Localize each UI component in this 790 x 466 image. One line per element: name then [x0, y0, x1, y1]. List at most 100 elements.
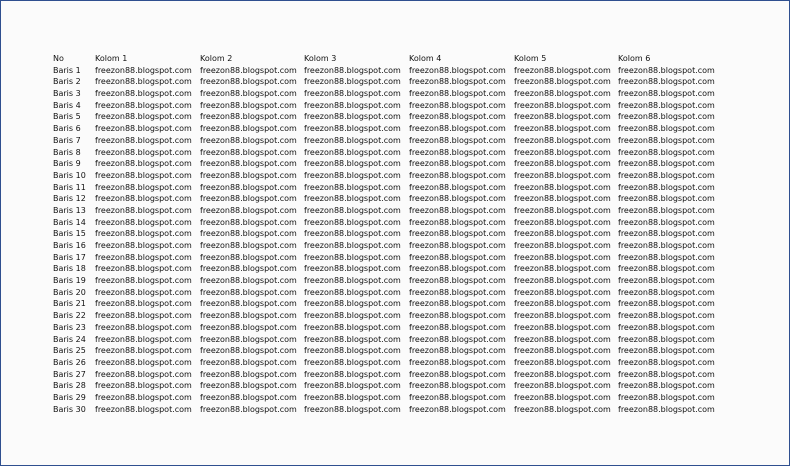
- table-cell: freezon88.blogspot.com: [95, 334, 192, 344]
- row-label-cell: Baris 27: [53, 369, 86, 379]
- table-cell: freezon88.blogspot.com: [95, 381, 192, 391]
- table-cell: freezon88.blogspot.com: [200, 217, 297, 227]
- table-cell: freezon88.blogspot.com: [409, 322, 506, 332]
- table-row: Baris 12 freezon88.blogspot.com freezon88.…: [53, 193, 718, 205]
- table-cell: freezon88.blogspot.com: [618, 229, 715, 239]
- table-cell: freezon88.blogspot.com: [304, 170, 401, 180]
- table-row: Baris 28 freezon88.blogspot.com freezon88.…: [53, 380, 718, 392]
- table-cell: freezon88.blogspot.com: [514, 147, 611, 157]
- row-label-cell: Baris 21: [53, 299, 86, 309]
- table-cell: freezon88.blogspot.com: [304, 264, 401, 274]
- table-cell: freezon88.blogspot.com: [200, 135, 297, 145]
- table-cell: freezon88.blogspot.com: [304, 135, 401, 145]
- table-cell: freezon88.blogspot.com: [200, 392, 297, 402]
- table-cell: freezon88.blogspot.com: [514, 217, 611, 227]
- table-cell: freezon88.blogspot.com: [618, 89, 715, 99]
- table-cell: freezon88.blogspot.com: [200, 124, 297, 134]
- row-label-cell: Baris 11: [53, 182, 86, 192]
- table-cell: freezon88.blogspot.com: [409, 77, 506, 87]
- table-cell: freezon88.blogspot.com: [200, 194, 297, 204]
- table-cell: freezon88.blogspot.com: [514, 252, 611, 262]
- row-label-cell: Baris 10: [53, 170, 86, 180]
- table-cell: freezon88.blogspot.com: [618, 381, 715, 391]
- table-cell: freezon88.blogspot.com: [514, 392, 611, 402]
- table-cell: freezon88.blogspot.com: [409, 194, 506, 204]
- row-label-cell: Baris 20: [53, 287, 86, 297]
- table-cell: freezon88.blogspot.com: [409, 170, 506, 180]
- table-cell: freezon88.blogspot.com: [304, 252, 401, 262]
- table-cell: freezon88.blogspot.com: [618, 112, 715, 122]
- table-row: Baris 1 freezon88.blogspot.com freezon88.b…: [53, 65, 718, 77]
- table-cell: freezon88.blogspot.com: [409, 357, 506, 367]
- table-cell: freezon88.blogspot.com: [514, 205, 611, 215]
- row-label-cell: Baris 24: [53, 334, 86, 344]
- row-label-cell: Baris 14: [53, 217, 86, 227]
- table-cell: freezon88.blogspot.com: [409, 217, 506, 227]
- table-row: Baris 25 freezon88.blogspot.com freezon88.…: [53, 345, 718, 357]
- table-cell: freezon88.blogspot.com: [514, 77, 611, 87]
- table-row: Baris 16 freezon88.blogspot.com freezon88.…: [53, 240, 718, 252]
- table-cell: freezon88.blogspot.com: [304, 299, 401, 309]
- table-cell: freezon88.blogspot.com: [618, 124, 715, 134]
- table-cell: freezon88.blogspot.com: [514, 357, 611, 367]
- table-cell: freezon88.blogspot.com: [200, 205, 297, 215]
- table-cell: freezon88.blogspot.com: [95, 170, 192, 180]
- table-cell: freezon88.blogspot.com: [618, 404, 715, 414]
- table-cell: freezon88.blogspot.com: [304, 311, 401, 321]
- table-cell: freezon88.blogspot.com: [618, 252, 715, 262]
- table-cell: freezon88.blogspot.com: [618, 322, 715, 332]
- table-cell: freezon88.blogspot.com: [200, 287, 297, 297]
- row-label-cell: Baris 28: [53, 381, 86, 391]
- table-cell: freezon88.blogspot.com: [514, 381, 611, 391]
- table-cell: freezon88.blogspot.com: [409, 159, 506, 169]
- table-cell: freezon88.blogspot.com: [95, 322, 192, 332]
- table-cell: freezon88.blogspot.com: [304, 159, 401, 169]
- data-table: No Kolom 1 Kolom 2 Kolom 3 Kolom 4 Kolom…: [53, 53, 718, 415]
- table-cell: freezon88.blogspot.com: [304, 392, 401, 402]
- table-cell: freezon88.blogspot.com: [95, 392, 192, 402]
- table-cell: freezon88.blogspot.com: [618, 170, 715, 180]
- table-cell: freezon88.blogspot.com: [200, 77, 297, 87]
- document-frame: No Kolom 1 Kolom 2 Kolom 3 Kolom 4 Kolom…: [0, 0, 790, 466]
- table-cell: freezon88.blogspot.com: [200, 322, 297, 332]
- table-row: Baris 29 freezon88.blogspot.com freezon88.…: [53, 392, 718, 404]
- table-cell: freezon88.blogspot.com: [95, 77, 192, 87]
- table-cell: freezon88.blogspot.com: [514, 264, 611, 274]
- table-cell: freezon88.blogspot.com: [304, 182, 401, 192]
- table-cell: freezon88.blogspot.com: [618, 241, 715, 250]
- table-cell: freezon88.blogspot.com: [95, 147, 192, 157]
- table-cell: freezon88.blogspot.com: [618, 205, 715, 215]
- table-cell: freezon88.blogspot.com: [304, 112, 401, 122]
- table-cell: freezon88.blogspot.com: [304, 194, 401, 204]
- row-label-cell: Baris 23: [53, 322, 86, 332]
- table-cell: freezon88.blogspot.com: [514, 334, 611, 344]
- row-label-cell: Baris 29: [53, 392, 86, 402]
- table-cell: freezon88.blogspot.com: [409, 334, 506, 344]
- table-cell: freezon88.blogspot.com: [304, 334, 401, 344]
- table-cell: freezon88.blogspot.com: [409, 112, 506, 122]
- table-cell: freezon88.blogspot.com: [304, 205, 401, 215]
- table-cell: freezon88.blogspot.com: [409, 182, 506, 192]
- table-row: Baris 20 freezon88.blogspot.com freezon88.…: [53, 287, 718, 299]
- table-cell: freezon88.blogspot.com: [618, 369, 715, 379]
- table-cell: freezon88.blogspot.com: [95, 124, 192, 134]
- table-cell: freezon88.blogspot.com: [618, 287, 715, 297]
- table-row: Baris 24 freezon88.blogspot.com freezon88.…: [53, 334, 718, 346]
- table-header-row: No Kolom 1 Kolom 2 Kolom 3 Kolom 4 Kolom…: [53, 53, 718, 65]
- table-cell: freezon88.blogspot.com: [95, 404, 192, 414]
- table-row: Baris 7 freezon88.blogspot.com freezon88.b…: [53, 135, 718, 147]
- table-cell: freezon88.blogspot.com: [514, 135, 611, 145]
- table-cell: freezon88.blogspot.com: [618, 182, 715, 192]
- table-cell: freezon88.blogspot.com: [514, 159, 611, 169]
- table-cell: freezon88.blogspot.com: [304, 229, 401, 239]
- table-cell: freezon88.blogspot.com: [304, 217, 401, 227]
- table-row: Baris 14 freezon88.blogspot.com freezon88.…: [53, 217, 718, 229]
- row-label-cell: Baris 2: [53, 77, 81, 87]
- table-cell: freezon88.blogspot.com: [95, 229, 192, 239]
- table-cell: freezon88.blogspot.com: [200, 404, 297, 414]
- table-cell: freezon88.blogspot.com: [304, 77, 401, 87]
- table-cell: freezon88.blogspot.com: [200, 357, 297, 367]
- table-row: Baris 5 freezon88.blogspot.com freezon88.b…: [53, 111, 718, 123]
- table-cell: freezon88.blogspot.com: [514, 369, 611, 379]
- table-cell: freezon88.blogspot.com: [409, 264, 506, 274]
